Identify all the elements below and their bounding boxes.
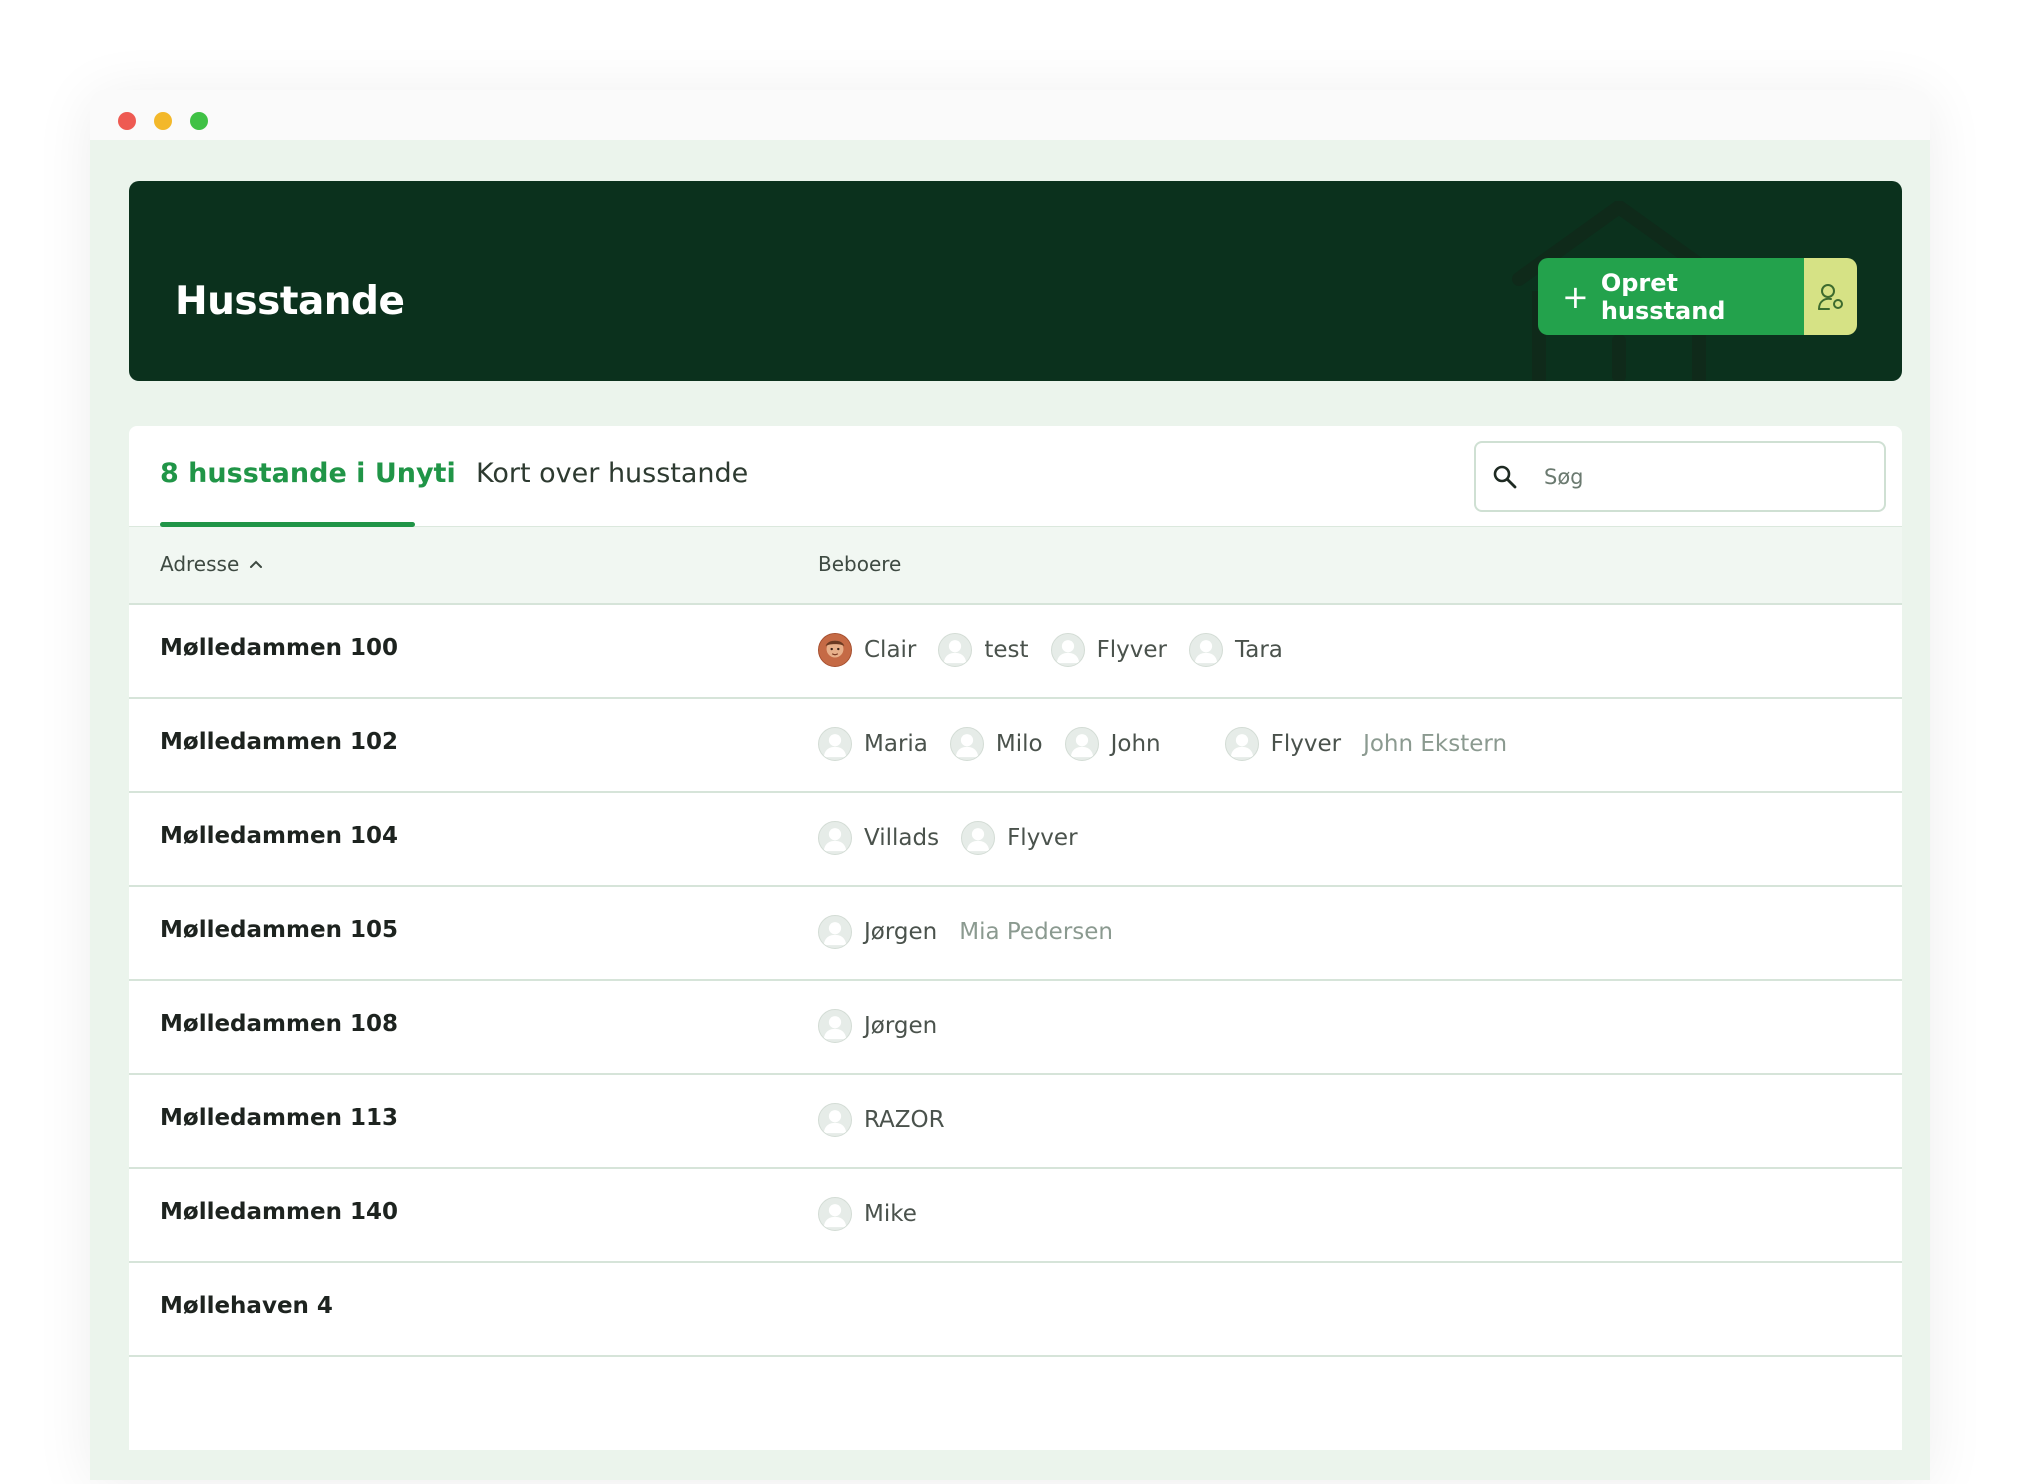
chevron-up-icon xyxy=(250,560,263,568)
create-household-button[interactable]: + Opret husstand xyxy=(1538,258,1804,335)
page-header-banner: Husstande + Opret husstand xyxy=(129,181,1902,381)
avatar-placeholder-icon xyxy=(818,727,852,761)
resident-chip[interactable]: RAZOR xyxy=(818,1103,945,1137)
household-address: Mølledammen 104 xyxy=(160,823,398,849)
user-settings-button[interactable] xyxy=(1804,258,1857,335)
table-row[interactable]: Møllehaven 4 xyxy=(129,1263,1902,1357)
resident-name: Jørgen xyxy=(864,919,938,945)
column-header-residents: Beboere xyxy=(818,552,902,576)
household-address: Møllehaven 4 xyxy=(160,1293,333,1319)
resident-chip[interactable]: Mike xyxy=(818,1197,917,1231)
resident-name: Milo xyxy=(995,731,1043,757)
table-row[interactable]: Mølledammen 108 Jørgen xyxy=(129,981,1902,1075)
external-resident: Mia Pedersen xyxy=(959,919,1113,945)
avatar-placeholder-icon xyxy=(938,633,973,667)
avatar-placeholder-icon xyxy=(1064,727,1099,761)
resident-name: Maria xyxy=(864,731,928,757)
avatar-placeholder-icon xyxy=(1050,633,1085,667)
resident-chip[interactable]: Maria xyxy=(818,727,928,761)
table-row[interactable]: Mølledammen 100 Clair test Flyver Tara xyxy=(129,605,1902,699)
resident-chip[interactable]: Flyver xyxy=(961,821,1078,855)
window-maximize-dot[interactable] xyxy=(190,112,208,130)
window-close-dot[interactable] xyxy=(118,112,136,130)
table-row[interactable]: Mølledammen 113 RAZOR xyxy=(129,1075,1902,1169)
avatar-placeholder-icon xyxy=(818,915,852,949)
household-address: Mølledammen 105 xyxy=(160,917,398,943)
resident-chip[interactable]: Milo xyxy=(949,727,1043,761)
user-settings-icon xyxy=(1817,283,1843,310)
avatar-placeholder-icon xyxy=(949,727,984,761)
resident-name: Mike xyxy=(864,1201,917,1227)
table-row[interactable]: Mølledammen 105 Jørgen Mia Pedersen xyxy=(129,887,1902,981)
household-address: Mølledammen 108 xyxy=(160,1011,398,1037)
household-rows: Mølledammen 100 Clair test Flyver Tara Mølled… xyxy=(129,605,1902,1357)
column-header-address-label: Adresse xyxy=(160,552,240,576)
external-resident: John Ekstern xyxy=(1363,731,1508,757)
avatar-placeholder-icon xyxy=(1224,727,1259,761)
residents-list: Jørgen xyxy=(818,1004,959,1048)
households-card: 8 husstande i Unyti Kort over husstande … xyxy=(129,426,1902,1450)
avatar-placeholder-icon xyxy=(818,1197,852,1231)
search-input[interactable] xyxy=(1542,463,1866,490)
window-minimize-dot[interactable] xyxy=(154,112,172,130)
resident-name: Flyver xyxy=(1270,731,1342,757)
resident-chip[interactable]: Tara xyxy=(1189,633,1283,667)
resident-name: John xyxy=(1110,731,1161,757)
resident-chip[interactable]: test xyxy=(938,633,1029,667)
resident-name: Clair xyxy=(864,637,917,663)
column-header-address[interactable]: Adresse xyxy=(160,552,263,576)
table-row[interactable]: Mølledammen 102 Maria Milo John Flyver John E… xyxy=(129,699,1902,793)
avatar-photo xyxy=(818,633,852,667)
table-row[interactable]: Mølledammen 140 Mike xyxy=(129,1169,1902,1263)
create-household-label: Opret husstand xyxy=(1600,268,1726,325)
plus-icon: + xyxy=(1562,277,1589,316)
resident-chip[interactable]: Clair xyxy=(818,633,916,667)
resident-chip[interactable]: Villads xyxy=(818,821,939,855)
resident-name: Tara xyxy=(1235,637,1283,663)
resident-chip[interactable]: Flyver xyxy=(1224,727,1342,761)
household-address: Mølledammen 102 xyxy=(160,729,398,755)
avatar-placeholder-icon xyxy=(818,1103,852,1137)
resident-chip[interactable]: John xyxy=(1064,727,1161,761)
residents-list: Clair test Flyver Tara xyxy=(818,628,1305,672)
resident-name: Villads xyxy=(864,825,940,851)
app-area: Husstande + Opret husstand 8 husstande i… xyxy=(90,140,1930,1480)
household-address: Mølledammen 100 xyxy=(160,635,398,661)
resident-name: Jørgen xyxy=(864,1013,938,1039)
household-address: Mølledammen 140 xyxy=(160,1199,398,1225)
residents-list: RAZOR xyxy=(818,1098,967,1142)
household-address: Mølledammen 113 xyxy=(160,1105,398,1131)
resident-name: Flyver xyxy=(1096,637,1168,663)
avatar-placeholder-icon xyxy=(818,1009,852,1043)
page-title: Husstande xyxy=(175,279,405,324)
resident-name: test xyxy=(984,637,1029,663)
resident-name: Flyver xyxy=(1007,825,1078,851)
resident-chip[interactable]: Jørgen xyxy=(818,915,937,949)
resident-chip[interactable]: Flyver xyxy=(1050,633,1168,667)
avatar-placeholder-icon xyxy=(961,821,996,855)
tab-households-list[interactable]: 8 husstande i Unyti xyxy=(160,458,456,489)
search-box[interactable] xyxy=(1474,441,1886,512)
avatar-placeholder-icon xyxy=(1189,633,1224,667)
residents-list: Mike xyxy=(818,1192,939,1236)
avatar-placeholder-icon xyxy=(818,821,852,855)
tab-households-map[interactable]: Kort over husstande xyxy=(476,458,748,489)
residents-list: Jørgen Mia Pedersen xyxy=(818,910,1135,954)
table-header: Adresse Beboere xyxy=(129,527,1902,605)
residents-list: Maria Milo John Flyver John Ekstern xyxy=(818,722,1529,766)
browser-window: Husstande + Opret husstand 8 husstande i… xyxy=(90,90,1930,1480)
tabs-bar: 8 husstande i Unyti Kort over husstande xyxy=(129,426,1902,528)
resident-name: RAZOR xyxy=(864,1107,945,1133)
table-row[interactable]: Mølledammen 104 Villads Flyver xyxy=(129,793,1902,887)
residents-list: Villads Flyver xyxy=(818,816,1100,860)
search-icon xyxy=(1493,465,1517,488)
resident-chip[interactable]: Jørgen xyxy=(818,1009,937,1043)
